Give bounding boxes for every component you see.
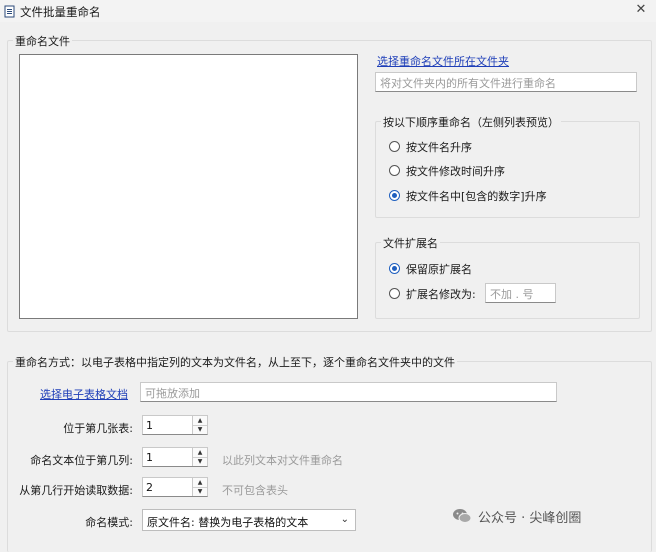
start-row-label: 从第几行开始读取数据: [19,484,133,497]
stepper-down-icon[interactable]: ▼ [193,487,207,496]
stepper-buttons: ▲ ▼ [192,416,207,434]
folder-path-input[interactable]: 将对文件夹内的所有文件进行重命名 [375,72,637,92]
close-button[interactable]: ✕ [626,0,656,20]
sheet-index-stepper[interactable]: 1 ▲ ▼ [142,415,208,435]
radio-keep-ext-label: 保留原扩展名 [406,263,472,276]
mode-group-label: 重命名方式：以电子表格中指定列的文本为文件名，从上至下，逐个重命名文件夹中的文件 [13,354,457,370]
stepper-buttons: ▲ ▼ [192,448,207,466]
stepper-down-icon[interactable]: ▼ [193,457,207,466]
naming-mode-value: 原文件名: 替换为电子表格的文本 [147,516,309,529]
ext-group-label: 文件扩展名 [381,235,440,251]
watermark-text: 公众号 · 尖峰创圈 [478,510,582,526]
file-preview-list[interactable] [19,54,358,319]
sheet-index-value: 1 [146,419,153,432]
select-folder-link[interactable]: 选择重命名文件所在文件夹 [377,53,509,69]
sheet-index-label: 位于第几张表: [63,422,133,435]
start-row-stepper[interactable]: 2 ▲ ▼ [142,477,208,497]
radio-sort-by-name[interactable] [389,141,400,152]
sheet-path-input[interactable]: 可拖放添加 [140,382,557,402]
radio-sort-by-name-label: 按文件名升序 [406,141,472,154]
app-icon [4,5,15,18]
start-row-value: 2 [146,481,153,494]
ext-group [375,242,640,319]
files-group-label: 重命名文件 [13,33,72,49]
start-row-hint: 不可包含表头 [222,484,288,497]
wechat-icon [453,509,472,523]
radio-sort-by-number-label: 按文件名中[包含的数字]升序 [406,190,547,203]
close-icon: ✕ [635,2,647,17]
stepper-down-icon[interactable]: ▼ [193,425,207,434]
column-value: 1 [146,451,153,464]
naming-mode-label: 命名模式: [85,516,133,529]
stepper-buttons: ▲ ▼ [192,478,207,496]
column-stepper[interactable]: 1 ▲ ▼ [142,447,208,467]
window-title: 文件批量重命名 [20,5,101,19]
column-label: 命名文本位于第几列: [30,454,133,467]
column-hint: 以此列文本对文件重命名 [222,454,343,467]
title-bar: 文件批量重命名 ✕ [0,0,656,22]
radio-sort-by-mtime-label: 按文件修改时间升序 [406,165,505,178]
radio-change-ext-label: 扩展名修改为: [406,288,476,301]
radio-change-ext[interactable] [389,288,400,299]
radio-keep-ext[interactable] [389,263,400,274]
select-sheet-link[interactable]: 选择电子表格文档 [40,386,128,402]
radio-sort-by-mtime[interactable] [389,165,400,176]
watermark: 公众号 · 尖峰创圈 [452,505,581,527]
new-ext-input[interactable]: 不加 . 号 [485,283,556,303]
chevron-down-icon: ⌄ [340,514,349,525]
order-group-label: 按以下顺序重命名（左侧列表预览） [381,114,561,130]
naming-mode-select[interactable]: 原文件名: 替换为电子表格的文本 ⌄ [142,509,356,531]
radio-sort-by-number[interactable] [389,190,400,201]
